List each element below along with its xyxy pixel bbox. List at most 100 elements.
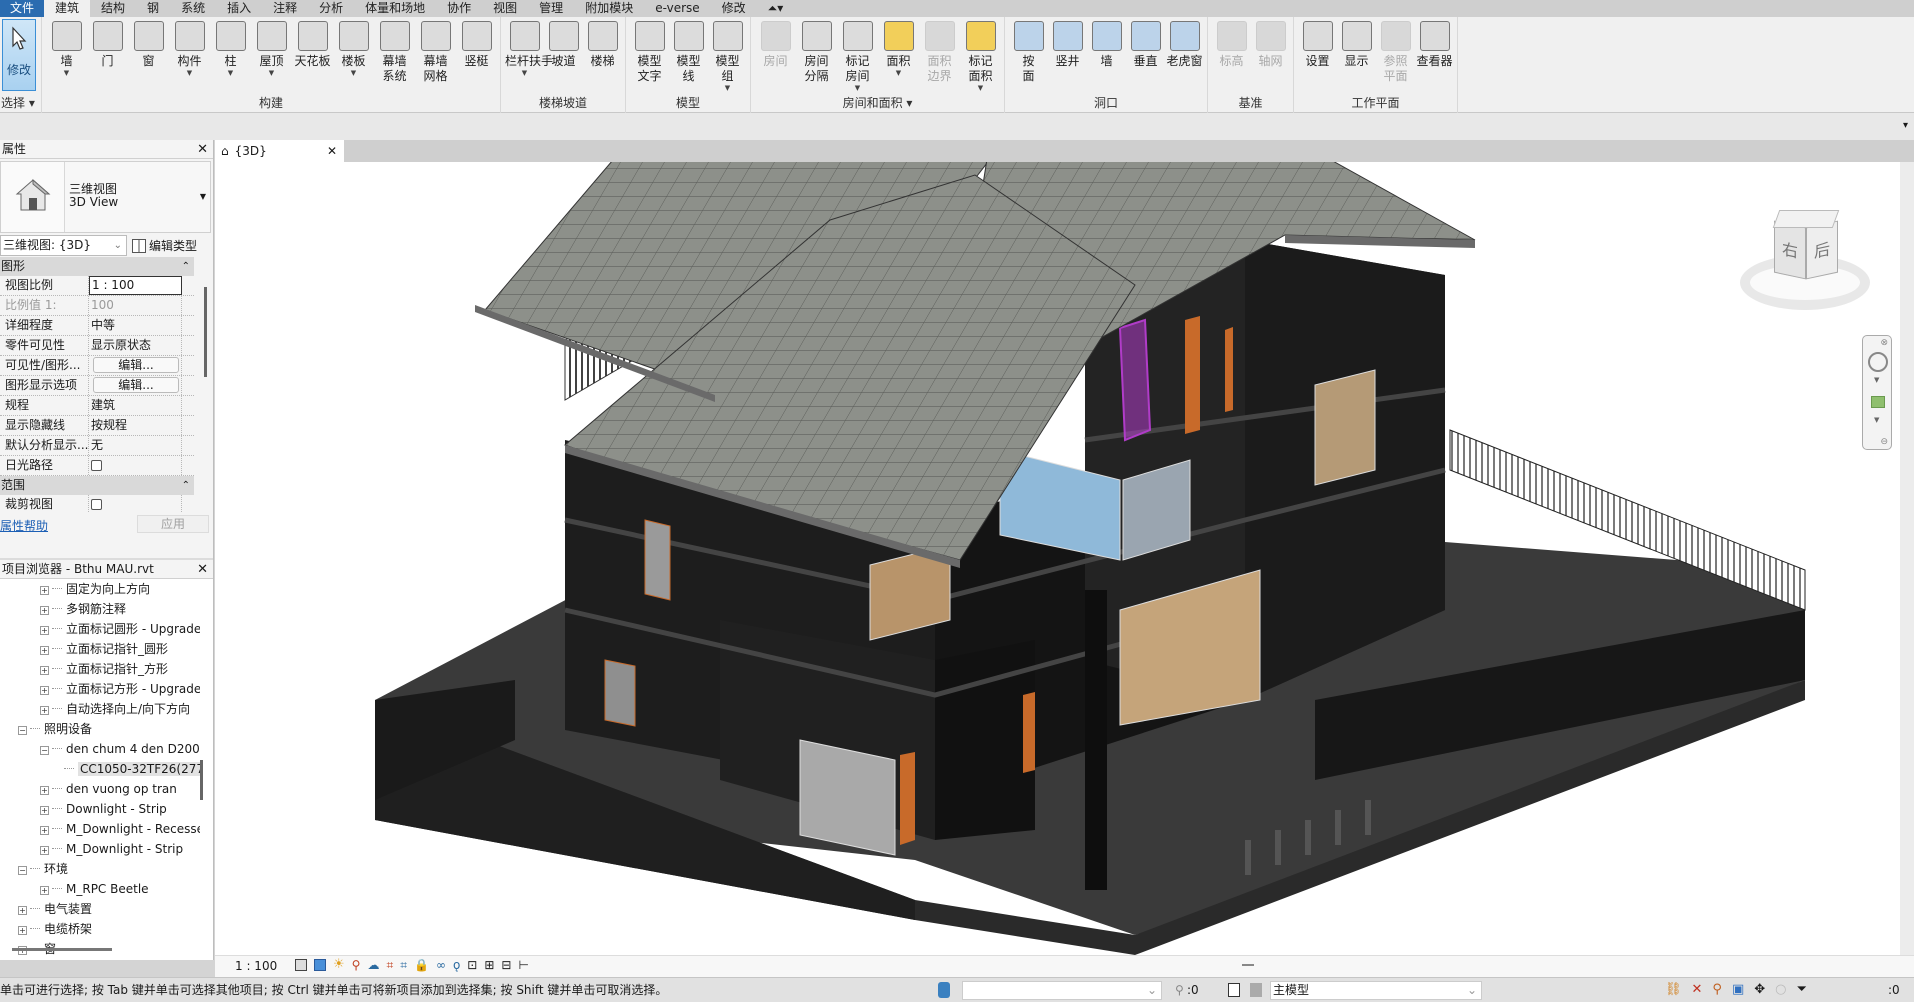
menu-tab[interactable]: 修改 [711, 0, 757, 17]
ribbon-button[interactable]: 模型 线 [669, 19, 708, 84]
detail-level-icon[interactable] [295, 959, 307, 971]
ribbon-button[interactable]: 房间 分隔 [796, 19, 837, 84]
expand-icon[interactable]: + [40, 646, 49, 655]
ribbon-button[interactable]: 天花板 [292, 19, 333, 69]
menu-tab[interactable]: 插入 [216, 0, 262, 17]
expand-icon[interactable]: + [40, 626, 49, 635]
building-model[interactable] [215, 139, 1900, 955]
temp-hide-icon[interactable]: ∞ [436, 959, 446, 971]
browser-tree-item[interactable]: − den chum 4 den D200 [0, 739, 200, 759]
view-scale[interactable]: 1 : 100 [235, 959, 277, 973]
menu-tab[interactable]: 视图 [482, 0, 528, 17]
ribbon-button[interactable]: 墙 [1087, 19, 1126, 69]
browser-tree-item[interactable]: + 立面标记方形 - Upgrade [0, 679, 200, 699]
ribbon-button[interactable]: 面积 ▼ [878, 19, 919, 77]
drag-elements-icon[interactable]: ✥ [1754, 978, 1765, 1002]
collapse-icon[interactable]: − [40, 746, 49, 755]
crop-view-icon[interactable]: ⌗ [386, 959, 393, 971]
ribbon-button[interactable]: 设置 [1298, 19, 1337, 69]
collapse-icon[interactable]: ⌃ [182, 257, 190, 276]
menu-tab[interactable]: 钢 [136, 0, 170, 17]
browser-tree-item[interactable]: + M_Downlight - Recessed [0, 819, 200, 839]
chevron-down-icon[interactable]: ▼ [1874, 376, 1879, 384]
properties-help-link[interactable]: 属性帮助 [0, 517, 48, 534]
3d-viewport[interactable]: 右 后 [215, 139, 1900, 955]
ribbon-button[interactable]: 轴网 [1251, 19, 1290, 69]
background-process-icon[interactable]: ○ [1775, 978, 1786, 1002]
expand-icon[interactable]: + [40, 786, 49, 795]
browser-scrollbar[interactable] [200, 760, 203, 800]
select-pinned-icon[interactable]: ⚲ [1712, 978, 1722, 1002]
sun-path-icon[interactable]: ☀ [333, 958, 345, 971]
checkbox[interactable] [91, 460, 102, 471]
ribbon-button[interactable]: 栏杆扶手 ▼ [505, 19, 553, 77]
close-icon[interactable]: ✕ [197, 560, 208, 579]
view-tab-3d[interactable]: ⌂ {3D} ✕ [215, 140, 344, 162]
properties-scrollbar[interactable] [204, 287, 207, 377]
expand-icon[interactable]: + [40, 686, 49, 695]
menu-tab[interactable]: 文件 [0, 0, 45, 17]
expand-icon[interactable]: + [40, 806, 49, 815]
checkbox[interactable] [91, 499, 102, 510]
highlight-displacement-icon[interactable]: ⊟ [501, 959, 511, 971]
select-by-face-icon[interactable]: ▣ [1732, 978, 1744, 1002]
design-option-selector[interactable]: 主模型 ⌄ [1270, 981, 1482, 1000]
ribbon-button[interactable]: 楼梯 [583, 19, 622, 69]
property-value[interactable]: 建筑 [89, 396, 182, 415]
property-value[interactable]: 显示原状态 [89, 336, 182, 355]
ribbon-button[interactable]: 竖梃 [456, 19, 497, 69]
minimize-icon[interactable]: ⊖ [1880, 437, 1888, 447]
splitter-handle[interactable] [1242, 964, 1254, 966]
browser-tree-item[interactable]: − 环境 [0, 859, 200, 879]
ribbon-button[interactable]: 房间 [755, 19, 796, 69]
browser-tree-item[interactable]: + 立面标记指针_圆形 [0, 639, 200, 659]
viewport-scrollbar[interactable] [1900, 162, 1914, 955]
close-view-tab-icon[interactable]: ✕ [327, 140, 337, 162]
ribbon-button[interactable]: 幕墙 系统 [374, 19, 415, 84]
navigation-bar[interactable]: ⊗ ▼ ▼ ⊖ [1862, 335, 1892, 450]
reveal-hidden-icon[interactable]: ǫ [453, 959, 460, 971]
modify-button[interactable]: 修改 [2, 19, 36, 91]
expand-icon[interactable]: + [40, 586, 49, 595]
expand-icon[interactable]: + [18, 926, 27, 935]
zoom-region-icon[interactable] [1871, 396, 1885, 408]
ribbon-button[interactable]: 参照 平面 [1376, 19, 1415, 84]
expand-icon[interactable]: + [40, 886, 49, 895]
editable-only-icon[interactable]: ⚲ [1175, 978, 1184, 1002]
select-underlay-icon[interactable]: ✕ [1692, 978, 1703, 1002]
menu-tab[interactable]: 分析 [308, 0, 354, 17]
ribbon-button[interactable]: 坡道 [544, 19, 583, 69]
steering-wheel-icon[interactable] [1868, 352, 1888, 372]
property-value[interactable] [89, 456, 182, 475]
close-icon[interactable]: ⊗ [1880, 338, 1888, 348]
edit-type-button[interactable]: 编辑类型 [132, 237, 197, 254]
property-category[interactable]: 范围 ⌃ [0, 476, 194, 495]
browser-tree-item[interactable]: + 自动选择向上/向下方向 [0, 699, 200, 719]
browser-tree-item[interactable]: + Downlight - Strip [0, 799, 200, 819]
browser-tree-item[interactable]: CC1050-32TF26(277 [0, 759, 200, 779]
temp-view-properties-icon[interactable]: ⊡ [467, 959, 477, 971]
ribbon-button[interactable]: 模型 文字 [630, 19, 669, 84]
property-value[interactable]: 编辑... [89, 356, 182, 375]
ribbon-button[interactable]: 标高 [1212, 19, 1251, 69]
property-category[interactable]: 图形 ⌃ [0, 257, 194, 276]
apply-button[interactable]: 应用 [137, 515, 209, 533]
edit-button[interactable]: 编辑... [93, 357, 179, 373]
type-selector[interactable]: 三维视图 3D View ▼ [0, 161, 211, 233]
ribbon-button[interactable]: 老虎窗 [1165, 19, 1204, 69]
browser-tree-item[interactable]: + M_Downlight - Strip [0, 839, 200, 859]
browser-tree-item[interactable]: − 照明设备 [0, 719, 200, 739]
show-crop-icon[interactable]: ⌗ [400, 959, 407, 971]
select-group-label[interactable]: 选择 ▾ [0, 94, 41, 111]
browser-tree-item[interactable]: + 多钢筋注释 [0, 599, 200, 619]
menu-tab[interactable]: 系统 [170, 0, 216, 17]
browser-tree-item[interactable]: + 立面标记指针_方形 [0, 659, 200, 679]
ribbon-button[interactable]: 竖井 [1048, 19, 1087, 69]
ribbon-button[interactable]: 查看器 [1415, 19, 1454, 69]
ribbon-button[interactable]: 模型 组 ▼ [708, 19, 747, 92]
menu-tab[interactable]: e-verse [644, 0, 710, 17]
collapse-icon[interactable]: ⌃ [182, 476, 190, 495]
ribbon-button[interactable]: 标记 面积 ▼ [960, 19, 1001, 92]
shadows-icon[interactable]: ⚲ [352, 959, 361, 971]
menu-tab[interactable]: 附加模块 [574, 0, 644, 17]
